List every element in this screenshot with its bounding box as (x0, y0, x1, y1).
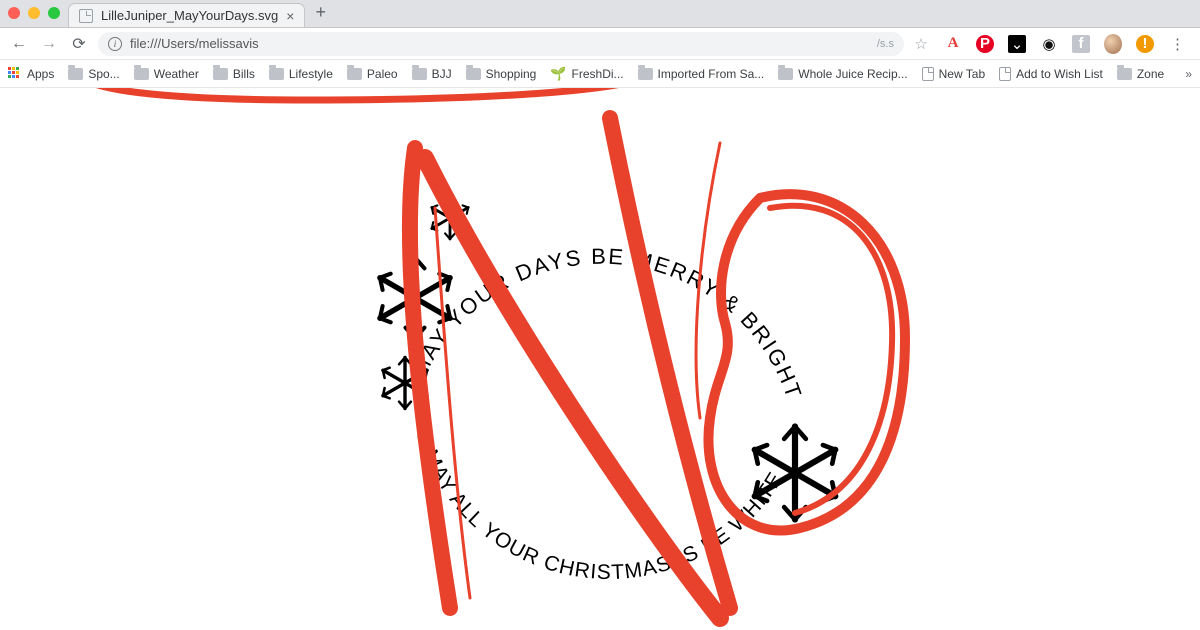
snowflake-icon (432, 197, 468, 239)
toolbar-icons: ☆ A P ⌄ ◉ f ! ⋮ (912, 35, 1192, 53)
tab-title: LilleJuniper_MayYourDays.svg (101, 8, 278, 23)
svg-canvas: MAY YOUR DAYS BE MERRY & BRIGHT & MAY AL… (340, 108, 860, 628)
svg-artwork: MAY YOUR DAYS BE MERRY & BRIGHT & MAY AL… (340, 108, 860, 630)
folder-icon (347, 68, 362, 80)
folder-icon (134, 68, 149, 80)
bookmark-item[interactable]: Imported From Sa... (638, 67, 765, 81)
back-button[interactable]: ← (8, 35, 30, 53)
extension-a-icon[interactable]: A (944, 35, 962, 53)
bookmark-item[interactable]: Add to Wish List (999, 67, 1103, 81)
new-tab-button[interactable]: + (305, 2, 336, 27)
snowflake-icon (380, 258, 450, 339)
folder-icon (213, 68, 228, 80)
folder-icon (638, 68, 653, 80)
profile-avatar-icon[interactable] (1104, 34, 1122, 54)
page-content: MAY YOUR DAYS BE MERRY & BRIGHT & MAY AL… (0, 88, 1200, 630)
chrome-menu-icon[interactable]: ⋮ (1168, 35, 1186, 53)
leaf-icon: 🌱 (550, 66, 566, 82)
bookmark-item[interactable]: BJJ (412, 67, 452, 81)
bookmark-item[interactable]: New Tab (922, 67, 985, 81)
folder-icon (466, 68, 481, 80)
tab-strip: LilleJuniper_MayYourDays.svg × + (0, 0, 1200, 28)
address-bar-row: ← → ⟳ i file:///Users/melissavis /s.s ☆ … (0, 28, 1200, 60)
folder-icon (778, 68, 793, 80)
folder-icon (269, 68, 284, 80)
bookmarks-overflow-icon[interactable]: » (1185, 67, 1192, 81)
bookmark-item[interactable]: Spo... (68, 67, 119, 81)
curved-text-bottom: & MAY ALL YOUR CHRISTMASES BE WHITE (411, 428, 787, 585)
url-fade: /s.s (877, 38, 894, 50)
minimize-window-button[interactable] (28, 7, 40, 19)
close-tab-icon[interactable]: × (286, 8, 294, 24)
bookmark-star-icon[interactable]: ☆ (912, 35, 930, 53)
url-text: file:///Users/melissavis (130, 36, 259, 51)
close-window-button[interactable] (8, 7, 20, 19)
bookmark-item[interactable]: 🌱FreshDi... (550, 66, 623, 82)
alert-icon[interactable]: ! (1136, 35, 1154, 53)
bookmark-item[interactable]: Bills (213, 67, 255, 81)
address-bar[interactable]: i file:///Users/melissavis /s.s (98, 32, 904, 56)
facebook-icon[interactable]: f (1072, 35, 1090, 53)
pinterest-icon[interactable]: P (976, 35, 994, 53)
curved-text-top: MAY YOUR DAYS BE MERRY & BRIGHT (406, 244, 807, 403)
site-info-icon[interactable]: i (108, 37, 122, 51)
folder-icon (68, 68, 83, 80)
folder-icon (412, 68, 427, 80)
pocket-icon[interactable]: ⌄ (1008, 35, 1026, 53)
window-controls (8, 7, 68, 27)
apps-label: Apps (27, 67, 54, 81)
forward-button[interactable]: → (38, 35, 60, 53)
bookmark-item[interactable]: Weather (134, 67, 199, 81)
camera-icon[interactable]: ◉ (1040, 35, 1058, 53)
page-icon (999, 67, 1011, 81)
page-icon (922, 67, 934, 81)
bookmark-item[interactable]: Zone (1117, 67, 1164, 81)
bookmarks-bar: Apps Spo... Weather Bills Lifestyle Pale… (0, 60, 1200, 88)
browser-tab[interactable]: LilleJuniper_MayYourDays.svg × (68, 3, 305, 27)
file-icon (79, 9, 93, 23)
reload-button[interactable]: ⟳ (68, 34, 90, 54)
apps-icon (8, 67, 22, 81)
apps-button[interactable]: Apps (8, 67, 54, 81)
bookmark-item[interactable]: Paleo (347, 67, 398, 81)
bookmark-item[interactable]: Lifestyle (269, 67, 333, 81)
bookmark-item[interactable]: Shopping (466, 67, 537, 81)
folder-icon (1117, 68, 1132, 80)
bookmark-item[interactable]: Whole Juice Recip... (778, 67, 907, 81)
maximize-window-button[interactable] (48, 7, 60, 19)
